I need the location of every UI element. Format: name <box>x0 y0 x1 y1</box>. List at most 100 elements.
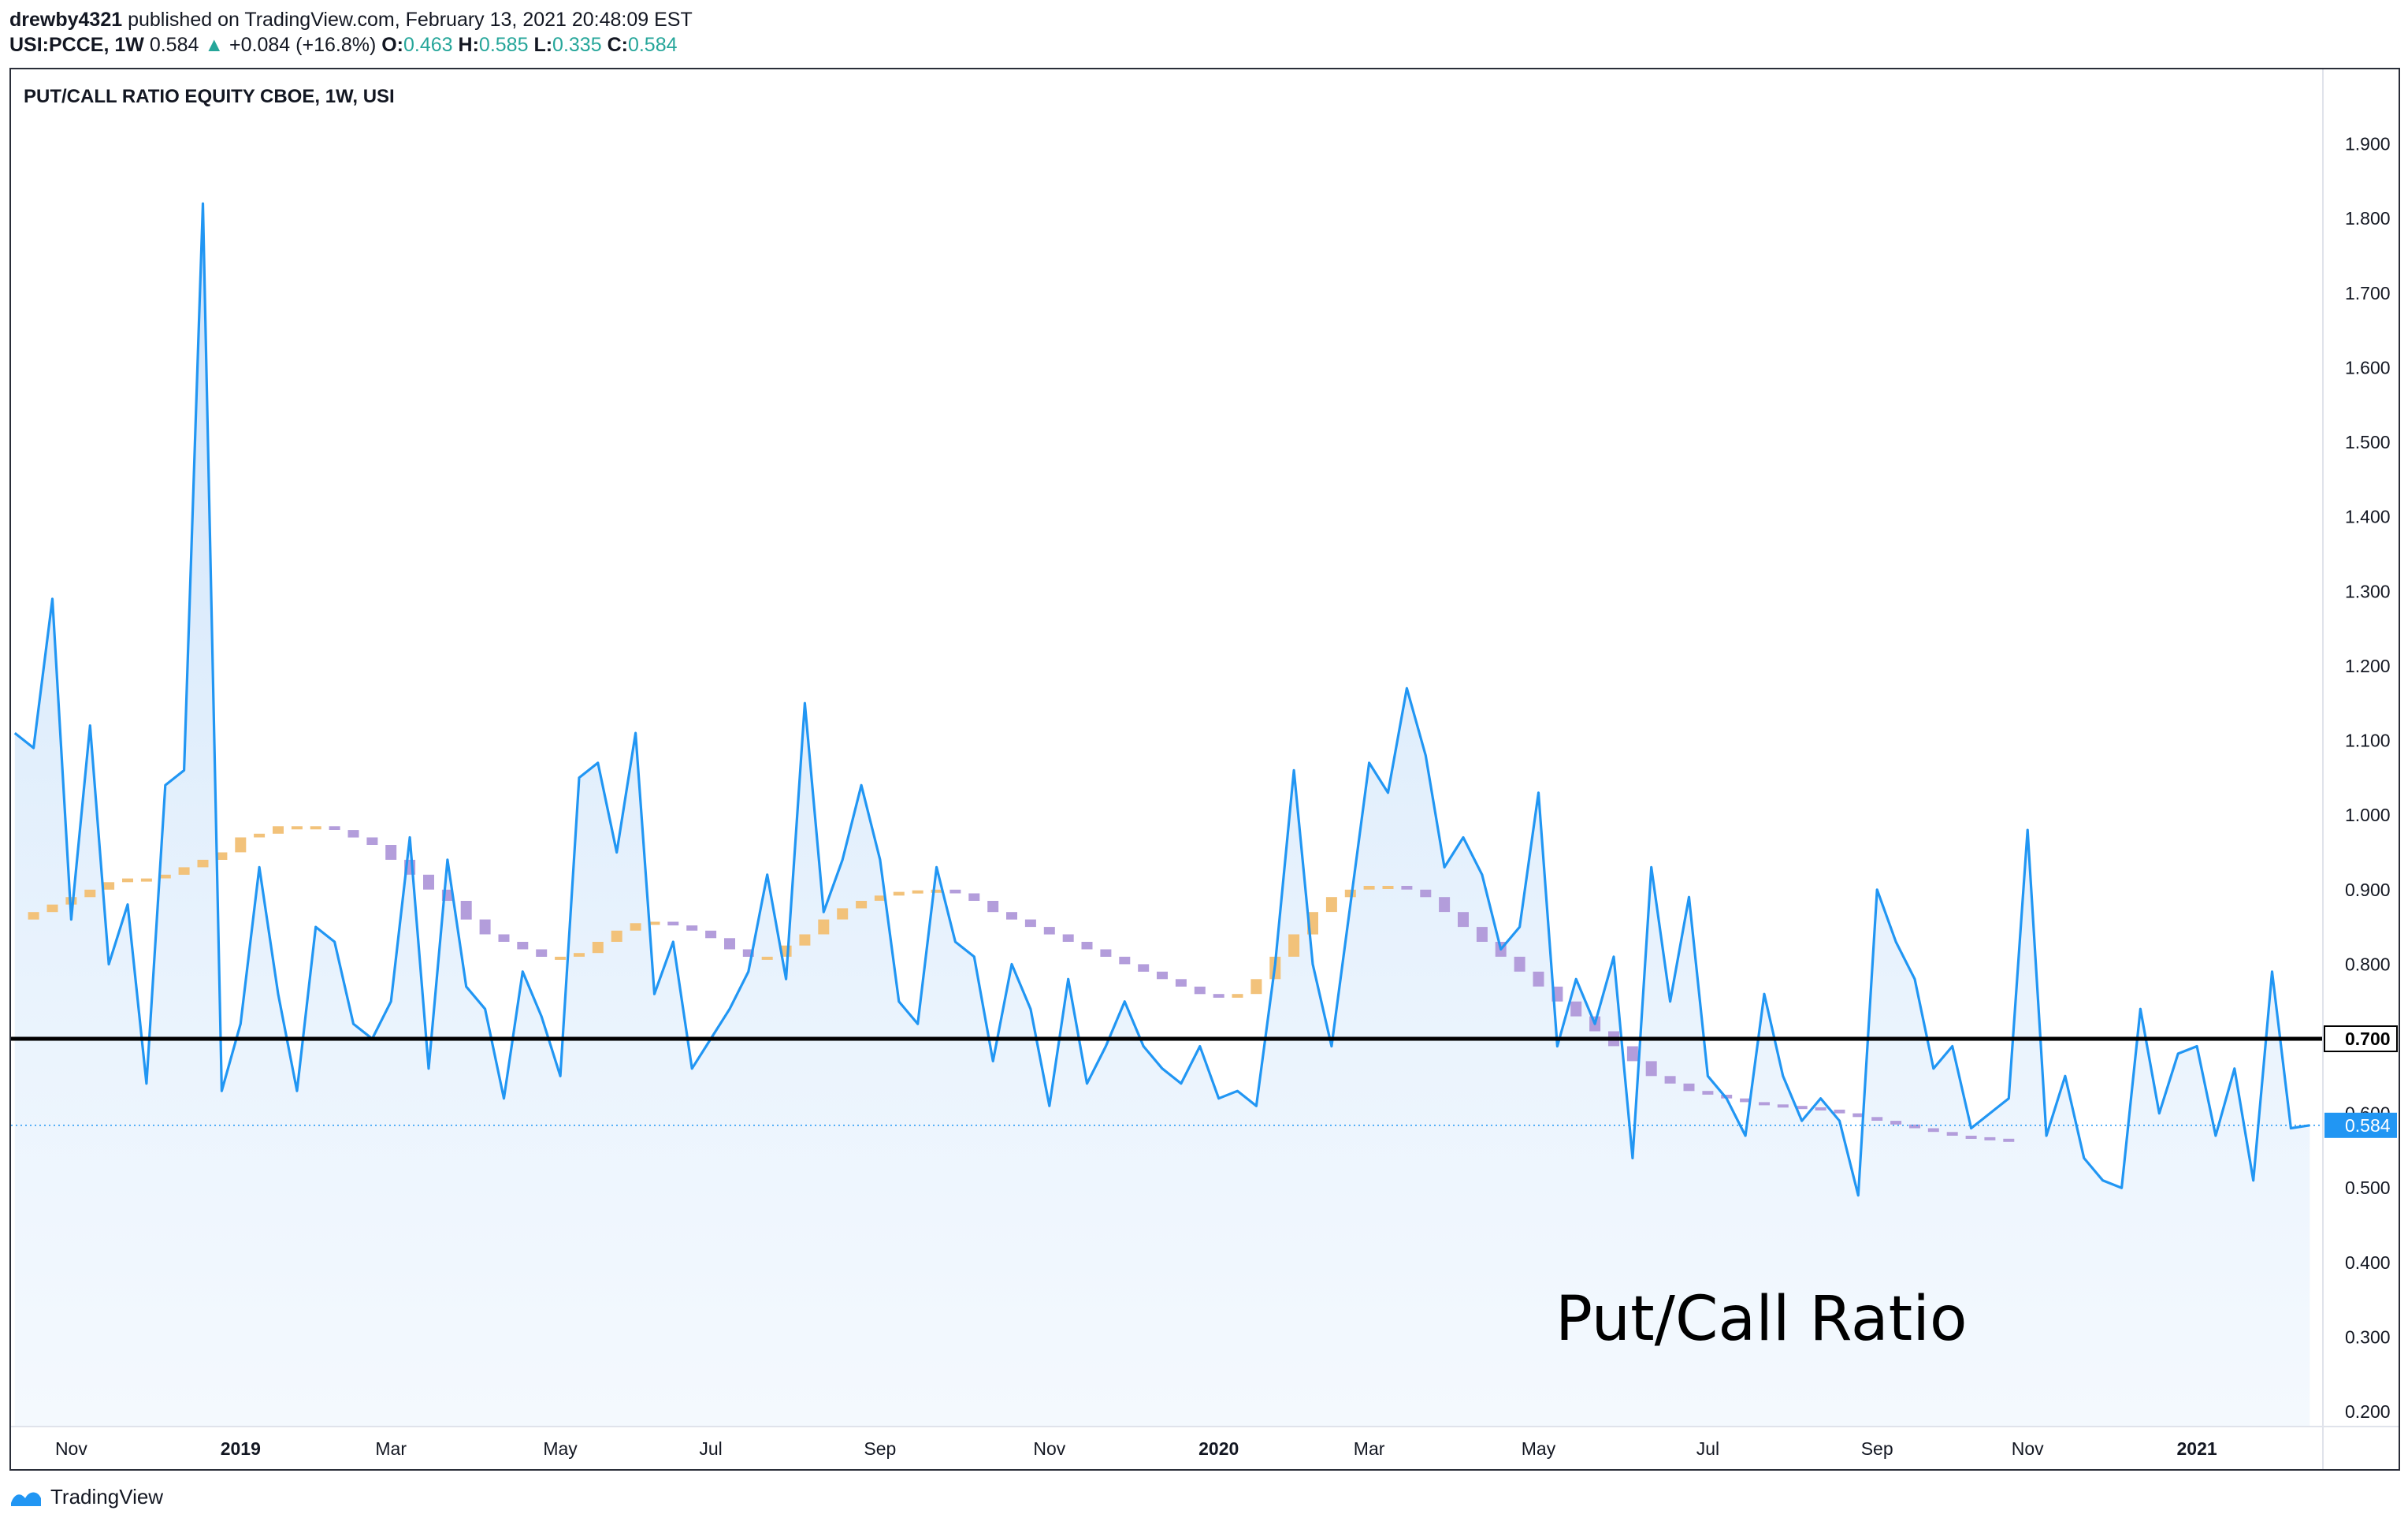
ma-bar <box>761 956 773 960</box>
high-value: 0.585 <box>478 34 529 56</box>
x-tick-label: Nov <box>55 1438 87 1459</box>
ma-bar <box>46 904 58 913</box>
ma-bar <box>84 889 96 898</box>
brand-name: TradingView <box>50 1485 164 1509</box>
ma-bar <box>611 930 622 942</box>
ma-bar <box>630 923 641 931</box>
ma-bar <box>893 891 905 896</box>
ma-bar <box>1514 956 1525 972</box>
high-label: H: <box>458 34 479 56</box>
last-price: 0.584 <box>149 34 199 56</box>
ma-bar <box>1439 897 1451 913</box>
ma-bar <box>1119 956 1131 965</box>
ma-bar <box>1458 912 1469 928</box>
price-change: +0.084 (+16.8%) <box>229 34 377 56</box>
ma-bar <box>28 912 39 920</box>
tradingview-logo-icon <box>11 1492 41 1506</box>
ma-bar <box>987 901 999 913</box>
x-tick-label: Mar <box>375 1438 407 1459</box>
symbol-label: USI:PCCE, 1W <box>9 34 144 56</box>
ma-bar <box>912 890 923 894</box>
y-tick-label: 1.200 <box>2345 656 2391 676</box>
up-triangle-icon: ▲ <box>204 34 225 56</box>
ma-bar <box>1626 1046 1638 1062</box>
x-tick-label: May <box>1522 1438 1556 1459</box>
chart-frame[interactable]: 1.900 1.800 1.700 1.600 1.500 1.400 1.300 1.200… <box>9 68 2400 1471</box>
ma-bar <box>1890 1121 1902 1125</box>
ma-bar <box>1157 971 1168 980</box>
open-label: O: <box>381 34 404 56</box>
y-tick-label: 1.600 <box>2345 358 2391 378</box>
close-label: C: <box>607 34 628 56</box>
x-tick-label: 2019 <box>221 1438 261 1459</box>
ma-bar <box>1984 1137 1996 1140</box>
ma-bar <box>329 826 340 830</box>
ma-bar <box>1138 964 1150 972</box>
ma-bar <box>1232 994 1243 998</box>
ma-bar <box>686 925 698 931</box>
ma-bar <box>837 908 849 920</box>
ma-bar <box>1250 979 1262 995</box>
y-tick-label: 1.300 <box>2345 581 2391 601</box>
footer-brand[interactable]: TradingView <box>9 1485 163 1509</box>
chart-title: PUT/CALL RATIO EQUITY CBOE, 1W, USI <box>24 86 395 107</box>
author-name[interactable]: drewby4321 <box>9 9 122 31</box>
ma-bar <box>1081 942 1093 950</box>
ma-bar <box>574 953 585 957</box>
ma-bar <box>1815 1107 1826 1110</box>
ma-bar <box>1871 1117 1883 1121</box>
ma-bar <box>498 934 510 942</box>
low-label: L: <box>533 34 553 56</box>
ma-bar <box>347 830 359 838</box>
ma-bar <box>1683 1083 1695 1092</box>
last-value-tag-label: 0.584 <box>2345 1115 2391 1136</box>
x-tick-label: Nov <box>1033 1438 1065 1459</box>
x-tick-label: 2021 <box>2177 1438 2217 1459</box>
ma-bar <box>1325 897 1337 913</box>
ma-bar <box>385 845 397 860</box>
x-tick-label: Sep <box>1861 1438 1893 1459</box>
ma-bar <box>273 826 284 834</box>
ma-bar <box>1401 886 1413 890</box>
ma-bar <box>291 826 303 830</box>
ma-bar <box>724 938 735 950</box>
ma-bar <box>1570 1001 1582 1017</box>
ma-bar <box>555 956 567 960</box>
published-text: published on TradingView.com, February 1… <box>128 9 693 31</box>
x-tick-label: Mar <box>1354 1438 1385 1459</box>
ma-bar <box>122 878 133 883</box>
y-tick-label: 0.200 <box>2345 1401 2391 1422</box>
x-tick-label: May <box>543 1438 578 1459</box>
ma-bar <box>517 942 529 950</box>
ma-bar <box>197 859 209 868</box>
ma-bar <box>2003 1138 2015 1142</box>
ma-bar <box>178 867 190 875</box>
ma-bar <box>1363 886 1375 890</box>
ma-bar <box>1288 934 1300 957</box>
y-tick-label: 1.700 <box>2345 283 2391 303</box>
chart-annotation: Put/Call Ratio <box>1555 1284 1968 1355</box>
ma-bar <box>1965 1136 1977 1139</box>
ma-bar <box>1476 927 1488 942</box>
ma-bar <box>1024 919 1036 928</box>
ma-bar <box>1175 979 1187 987</box>
ma-bar <box>140 878 152 882</box>
ma-bar <box>1702 1091 1714 1095</box>
ma-bar <box>103 882 115 890</box>
threshold-tag-label: 0.700 <box>2345 1029 2391 1049</box>
chart-canvas[interactable]: 1.900 1.800 1.700 1.600 1.500 1.400 1.300 1.200… <box>11 69 2399 1469</box>
ma-bar <box>1062 934 1074 942</box>
ma-bar <box>1834 1109 1845 1114</box>
ma-bar <box>235 837 247 853</box>
low-value: 0.335 <box>552 34 602 56</box>
y-tick-label: 0.400 <box>2345 1252 2391 1273</box>
y-tick-label: 1.500 <box>2345 432 2391 452</box>
ma-bar <box>1927 1128 1939 1133</box>
ma-bar <box>856 901 868 909</box>
y-tick-label: 0.300 <box>2345 1327 2391 1348</box>
ma-bar <box>1946 1132 1958 1136</box>
ma-bar <box>1533 971 1544 987</box>
ma-bar <box>366 837 378 845</box>
ma-bar <box>1664 1076 1676 1084</box>
ma-bar <box>818 919 830 935</box>
